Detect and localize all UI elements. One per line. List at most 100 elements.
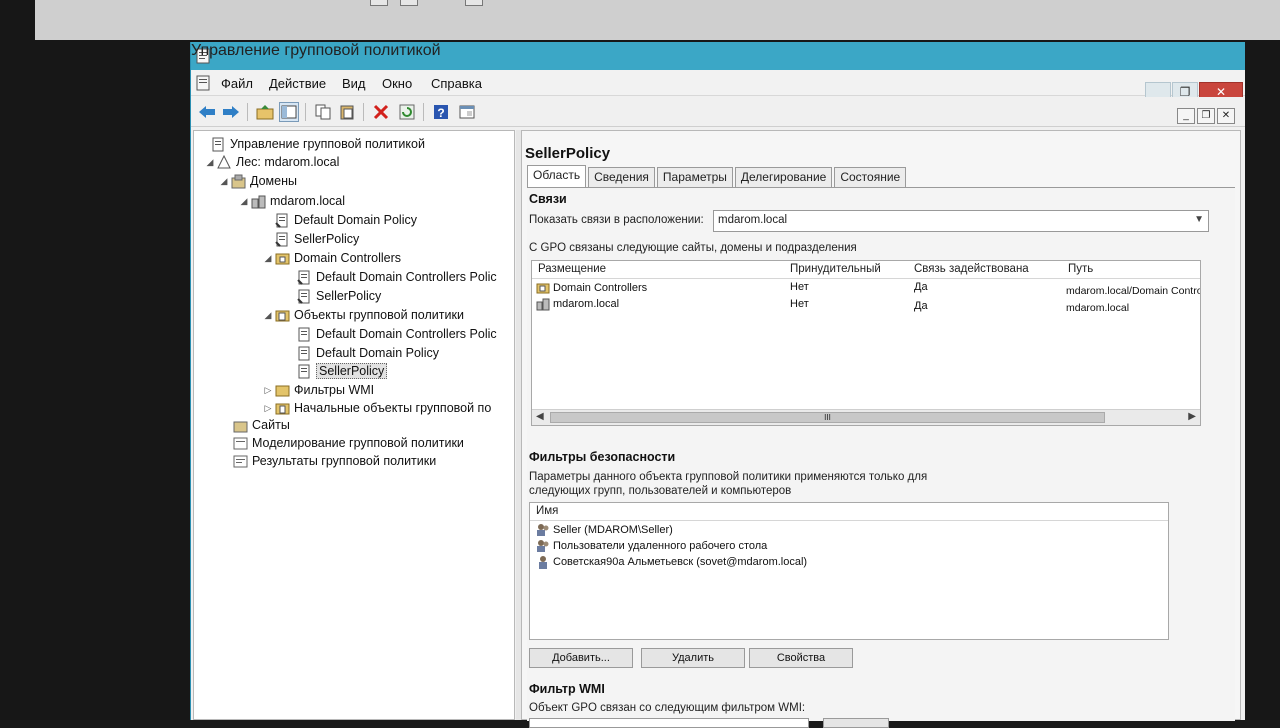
group-icon <box>536 523 550 537</box>
tree-item-gpo[interactable]: Default Domain Controllers Polic <box>284 325 497 343</box>
scroll-thumb[interactable]: III <box>550 412 1105 423</box>
mdi-restore-button[interactable]: ❐ <box>1197 108 1215 124</box>
links-list[interactable]: Размещение Принудительный Связь задейств… <box>531 260 1201 426</box>
gpo-link-icon <box>296 269 312 285</box>
help-icon[interactable]: ? <box>431 102 451 122</box>
delete-icon[interactable] <box>371 102 391 122</box>
console-tree[interactable]: Управление групповой политикой ◢ Лес: md… <box>193 130 515 720</box>
remove-button[interactable]: Удалить <box>641 648 745 668</box>
properties-button[interactable]: Свойства <box>749 648 853 668</box>
security-filter-list[interactable]: Имя Seller (MDAROM\Seller) Пользователи … <box>529 502 1169 640</box>
link-row-enabled: Да <box>914 281 928 293</box>
column-enforced[interactable]: Принудительный <box>790 263 881 275</box>
tab-details[interactable]: Сведения <box>588 167 655 187</box>
mdi-minimize-button[interactable]: _ <box>1177 108 1195 124</box>
tree-item-gpo-link[interactable]: Default Domain Policy <box>262 211 417 229</box>
gpo-icon <box>296 345 312 361</box>
menu-file[interactable]: Файл <box>221 76 253 91</box>
tree-item-gpo-link[interactable]: SellerPolicy <box>284 287 381 305</box>
tree-item-domain-mdarom[interactable]: ◢ mdarom.local <box>238 192 345 210</box>
domain-icon <box>250 193 266 209</box>
column-location[interactable]: Размещение <box>538 263 606 275</box>
refresh-icon[interactable] <box>397 102 417 122</box>
tab-settings[interactable]: Параметры <box>656 167 733 187</box>
desktop-background <box>35 0 1280 40</box>
link-row-location[interactable]: mdarom.local <box>536 297 619 311</box>
security-principal-row[interactable]: Seller (MDAROM\Seller) <box>536 523 673 537</box>
gpo-icon <box>296 363 312 379</box>
horizontal-scrollbar[interactable]: ◀ III ▶ <box>532 409 1200 425</box>
menu-help[interactable]: Справка <box>431 76 482 91</box>
tree-item-domains[interactable]: ◢ Домены <box>218 172 297 190</box>
tree-item-gpo-container[interactable]: ◢ Объекты групповой политики <box>262 306 464 324</box>
modeling-icon <box>232 435 248 451</box>
results-icon <box>232 453 248 469</box>
gpmc-window: Управление групповой политикой Файл Дейс… <box>190 42 1245 728</box>
copy-icon[interactable] <box>313 102 333 122</box>
tree-item-gpmc-root[interactable]: Управление групповой политикой <box>198 135 425 153</box>
tab-status[interactable]: Состояние <box>834 167 907 187</box>
column-link-enabled[interactable]: Связь задействована <box>914 263 1029 275</box>
menu-view[interactable]: Вид <box>342 76 366 91</box>
scroll-left-icon[interactable]: ◀ <box>536 411 544 422</box>
group-icon <box>536 539 550 553</box>
security-principal-row[interactable]: Советская90а Альметьевск (sovet@mdarom.l… <box>536 555 807 569</box>
ou-folder-icon <box>536 281 550 295</box>
tree-item-gpo-selected[interactable]: SellerPolicy <box>284 362 388 380</box>
show-hide-tree-icon[interactable] <box>279 102 299 122</box>
domains-icon <box>230 173 246 189</box>
starter-gpo-folder-icon <box>274 400 290 416</box>
window-title: Управление групповой политикой <box>191 42 441 59</box>
domain-icon <box>536 297 550 311</box>
forward-arrow-icon[interactable] <box>221 102 241 122</box>
gpo-folder-icon <box>274 307 290 323</box>
wmi-filter-heading: Фильтр WMI <box>529 682 605 696</box>
tree-item-forest[interactable]: ◢ Лес: mdarom.local <box>204 153 339 171</box>
forest-icon <box>216 154 232 170</box>
chevron-down-icon[interactable]: ▼ <box>1194 214 1204 225</box>
link-row-enforced: Нет <box>790 298 809 310</box>
tree-item-results[interactable]: Результаты групповой политики <box>232 452 436 470</box>
gpmc-root-icon <box>210 136 226 152</box>
links-list-header: Размещение Принудительный Связь задейств… <box>532 261 1200 279</box>
tree-item-sites[interactable]: Сайты <box>232 416 290 434</box>
column-name[interactable]: Имя <box>536 505 558 517</box>
background-window-button <box>370 0 388 6</box>
gpo-link-icon <box>274 231 290 247</box>
expand-arrow-icon: ▷ <box>264 384 272 395</box>
tree-item-gpo[interactable]: Default Domain Policy <box>284 344 439 362</box>
add-button[interactable]: Добавить... <box>529 648 633 668</box>
gpo-link-icon <box>274 212 290 228</box>
link-row-enforced: Нет <box>790 281 809 293</box>
link-row-enabled: Да <box>914 300 928 312</box>
svg-text:?: ? <box>437 106 444 120</box>
link-row-path: mdarom.local <box>1066 302 1130 314</box>
location-select[interactable]: mdarom.local ▼ <box>713 210 1209 232</box>
tab-delegation[interactable]: Делегирование <box>734 167 833 187</box>
user-icon <box>536 555 550 569</box>
tree-item-domain-controllers[interactable]: ◢ Domain Controllers <box>262 249 401 267</box>
scroll-right-icon[interactable]: ▶ <box>1188 411 1196 422</box>
column-path[interactable]: Путь <box>1068 263 1093 275</box>
menu-window[interactable]: Окно <box>382 76 412 91</box>
console-icon[interactable] <box>195 74 213 92</box>
security-principal-row[interactable]: Пользователи удаленного рабочего стола <box>536 539 767 553</box>
background-window-button <box>400 0 418 6</box>
tree-item-gpo-link[interactable]: SellerPolicy <box>262 230 359 248</box>
menu-action[interactable]: Действие <box>269 76 326 91</box>
paste-icon[interactable] <box>337 102 357 122</box>
mdi-close-button[interactable]: ✕ <box>1217 108 1235 124</box>
scope-tab-content: Связи Показать связи в расположении: mda… <box>527 187 1235 728</box>
properties-pane-icon[interactable] <box>457 102 477 122</box>
security-list-header: Имя <box>530 503 1168 521</box>
back-arrow-icon[interactable] <box>197 102 217 122</box>
tree-item-modeling[interactable]: Моделирование групповой политики <box>232 434 464 452</box>
tab-scope[interactable]: Область <box>527 165 587 187</box>
up-folder-icon[interactable] <box>255 102 275 122</box>
tree-item-gpo-link[interactable]: Default Domain Controllers Polic <box>284 268 497 286</box>
tree-item-wmi-filters[interactable]: ▷ Фильтры WMI <box>262 381 375 399</box>
link-row-location[interactable]: Domain Controllers <box>536 281 647 295</box>
links-heading: Связи <box>529 192 567 206</box>
tree-item-starter-gpos[interactable]: ▷ Начальные объекты групповой по <box>262 399 492 417</box>
wmi-filter-description: Объект GPO связан со следующим фильтром … <box>529 702 806 714</box>
